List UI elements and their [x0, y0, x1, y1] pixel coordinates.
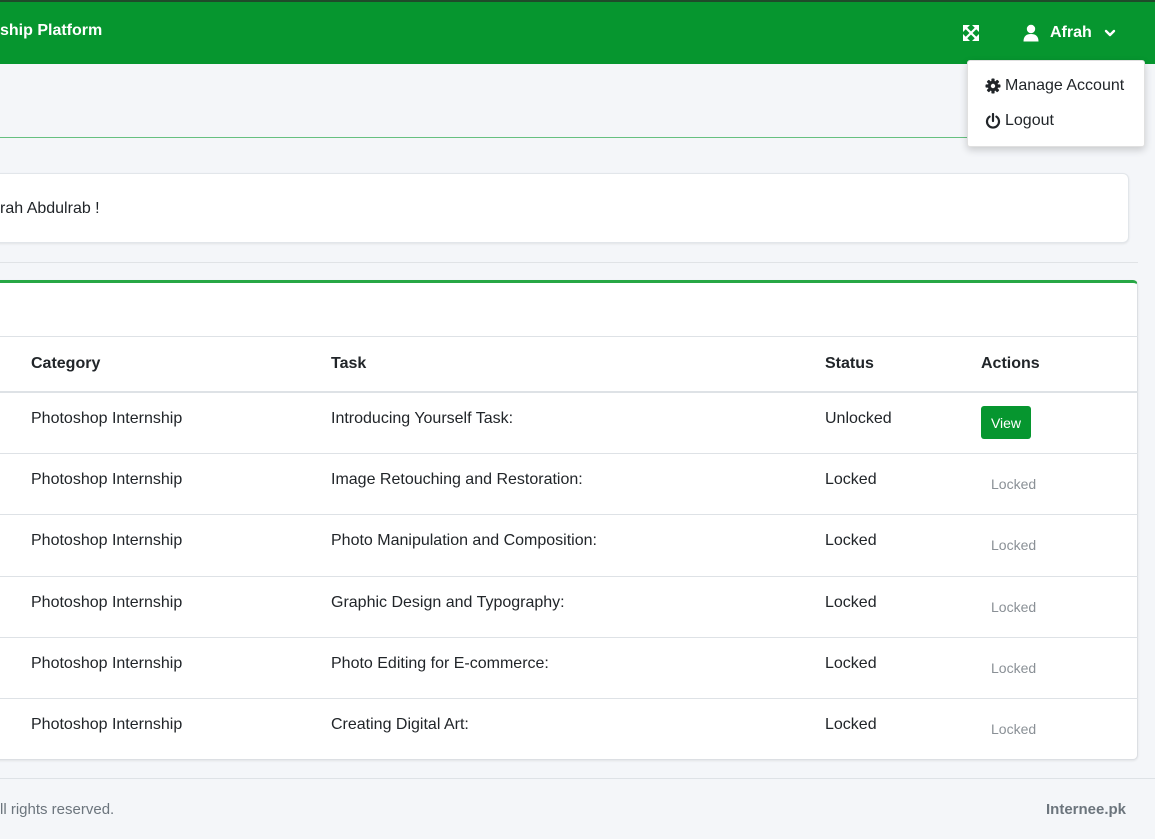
expand-arrows-icon[interactable] [961, 23, 981, 43]
row-3-category: Photoshop Internship [31, 532, 183, 549]
top-navbar: ship Platform Afrah [0, 0, 1155, 64]
user-icon [1023, 24, 1039, 42]
view-button[interactable]: View [981, 406, 1031, 439]
card-header-divider [0, 336, 1138, 337]
row-5-category: Photoshop Internship [31, 655, 183, 672]
manage-account-label: Manage Account [1005, 77, 1125, 94]
user-menu-toggle[interactable]: Afrah [1022, 20, 1116, 46]
row-2-locked-action: Locked [991, 476, 1037, 492]
row-4-category: Photoshop Internship [31, 594, 183, 611]
row-2-category: Photoshop Internship [31, 471, 183, 488]
welcome-text: rah Abdulrab ! [0, 200, 100, 217]
column-header-actions[interactable]: Actions [981, 355, 1040, 373]
cog-icon [985, 78, 1001, 94]
logout-menu-item[interactable]: Logout [985, 110, 1054, 132]
content-header [0, 64, 1135, 138]
brand-title[interactable]: ship Platform [0, 22, 102, 40]
row-3-status: Locked [825, 532, 877, 549]
row-divider [0, 576, 1138, 577]
row-divider [0, 698, 1138, 699]
column-header-category[interactable]: Category [31, 355, 100, 373]
row-1-status: Unlocked [825, 410, 892, 427]
footer-copyright: ll rights reserved. [0, 801, 115, 818]
row-5-task: Photo Editing for E-commerce: [331, 655, 549, 672]
footer [0, 778, 1155, 839]
footer-divider [0, 778, 1155, 779]
column-header-status[interactable]: Status [825, 355, 874, 373]
footer-brand-link[interactable]: Internee.pk [1046, 801, 1126, 818]
table-header-divider [0, 391, 1138, 393]
row-1-task: Introducing Yourself Task: [331, 410, 514, 427]
row-5-status: Locked [825, 655, 877, 672]
row-4-locked-action: Locked [991, 599, 1037, 615]
row-6-status: Locked [825, 716, 877, 733]
row-divider [0, 637, 1138, 638]
row-6-locked-action: Locked [991, 721, 1037, 737]
manage-account-menu-item[interactable]: Manage Account [985, 75, 1124, 97]
logout-label: Logout [1005, 112, 1054, 129]
row-3-task: Photo Manipulation and Composition: [331, 532, 597, 549]
row-2-task: Image Retouching and Restoration: [331, 471, 583, 488]
row-6-category: Photoshop Internship [31, 716, 183, 733]
welcome-card [0, 173, 1129, 243]
user-name: Afrah [1050, 24, 1092, 41]
user-dropdown-menu [967, 60, 1145, 147]
row-divider [0, 514, 1138, 515]
row-1-category: Photoshop Internship [31, 410, 183, 427]
column-header-task[interactable]: Task [331, 355, 366, 373]
row-5-locked-action: Locked [991, 660, 1037, 676]
row-4-status: Locked [825, 594, 877, 611]
chevron-down-icon [1104, 29, 1115, 37]
row-3-locked-action: Locked [991, 537, 1037, 553]
divider [0, 262, 1138, 263]
power-icon [985, 113, 1001, 129]
row-2-status: Locked [825, 471, 877, 488]
tasks-card [0, 280, 1138, 760]
row-4-task: Graphic Design and Typography: [331, 594, 565, 611]
row-divider [0, 453, 1138, 454]
row-6-task: Creating Digital Art: [331, 716, 469, 733]
